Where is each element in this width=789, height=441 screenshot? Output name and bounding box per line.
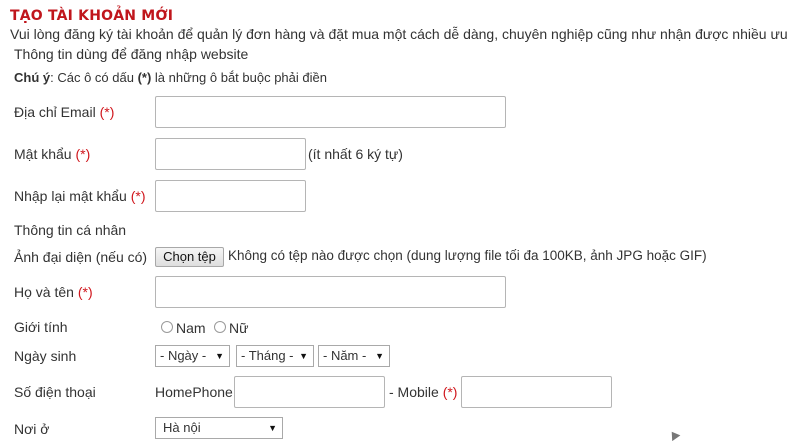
login-section-heading: Thông tin dùng để đăng nhập website (14, 46, 249, 62)
confirm-password-input[interactable] (155, 180, 306, 212)
gender-male-radio[interactable] (161, 321, 173, 333)
year-select[interactable]: - Năm - ▼ (318, 345, 390, 367)
note-text: : Các ô có dấu (50, 70, 138, 85)
dropdown-arrow-icon: ▼ (299, 351, 308, 361)
email-label: Địa chỉ Email (*) (14, 104, 115, 120)
city-select[interactable]: Hà nội ▼ (155, 417, 283, 439)
phone-label: Số điện thoại (14, 384, 96, 400)
note-text-end: là những ô bắt buộc phải điền (151, 70, 327, 85)
name-label: Họ và tên (*) (14, 284, 93, 300)
homephone-label: HomePhone (155, 384, 233, 400)
homephone-input[interactable] (234, 376, 385, 408)
password-label: Mật khẩu (*) (14, 146, 91, 162)
avatar-label: Ảnh đại diện (nếu có) (14, 249, 148, 265)
gender-label: Giới tính (14, 319, 68, 335)
dropdown-arrow-icon: ▼ (268, 423, 277, 433)
required-mark: (*) (99, 104, 115, 120)
required-mark: (*) (75, 146, 91, 162)
mouse-cursor-icon (667, 428, 681, 441)
day-select[interactable]: - Ngày - ▼ (155, 345, 230, 367)
required-mark: (*) (442, 384, 458, 400)
choose-file-button[interactable]: Chọn tệp (155, 247, 224, 267)
note-label: Chú ý (14, 70, 51, 85)
city-label: Nơi ở (14, 421, 50, 437)
dropdown-arrow-icon: ▼ (215, 351, 224, 361)
confirm-password-label: Nhập lại mật khẩu (*) (14, 188, 146, 204)
birthday-label: Ngày sinh (14, 348, 77, 364)
file-hint: (dung lượng file tối đa 100KB, ảnh JPG h… (406, 248, 707, 263)
personal-section-heading: Thông tin cá nhân (14, 222, 127, 238)
file-status-text: Không có tệp nào được chọn (dung lượng f… (228, 248, 707, 263)
gender-female-label[interactable]: Nữ (229, 320, 248, 336)
password-input[interactable] (155, 138, 306, 170)
gender-male-label[interactable]: Nam (176, 320, 206, 336)
month-select[interactable]: - Tháng - ▼ (236, 345, 314, 367)
dropdown-arrow-icon: ▼ (375, 351, 384, 361)
page-title: TẠO TÀI KHOẢN MỚI (10, 8, 174, 24)
email-input[interactable] (155, 96, 506, 128)
required-mark: (*) (130, 188, 146, 204)
mobile-input[interactable] (461, 376, 612, 408)
intro-text: Vui lòng đăng ký tài khoản để quản lý đơ… (10, 26, 789, 42)
note-mark: (*) (137, 70, 152, 85)
gender-female-radio[interactable] (214, 321, 226, 333)
mobile-label: - Mobile (*) (389, 384, 458, 400)
password-hint: (ít nhất 6 ký tự) (308, 146, 403, 162)
full-name-input[interactable] (155, 276, 506, 308)
required-note: Chú ý: Các ô có dấu (*) là những ô bắt b… (14, 70, 327, 85)
required-mark: (*) (77, 284, 93, 300)
